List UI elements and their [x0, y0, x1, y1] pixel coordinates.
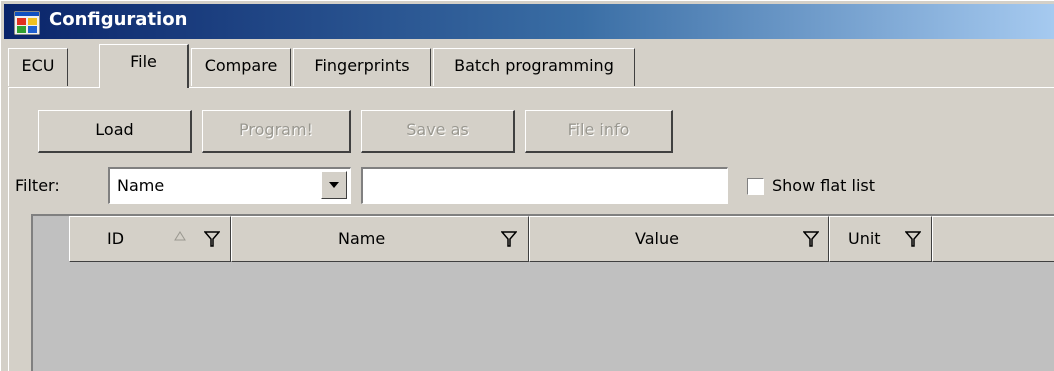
filter-label: Filter: [15, 176, 60, 195]
filter-field-select[interactable]: Name [108, 167, 351, 204]
load-button[interactable]: Load [38, 110, 192, 153]
filter-select-value: Name [117, 176, 165, 195]
window-title: Configuration [49, 9, 188, 30]
tab-batch-programming[interactable]: Batch programming [433, 48, 635, 86]
tab-ecu[interactable]: ECU [8, 48, 68, 86]
tab-label: ECU [21, 56, 55, 75]
column-header-label: Name [338, 229, 386, 248]
app-window-icon [14, 11, 40, 35]
tab-label: Compare [204, 56, 278, 75]
save-as-button[interactable]: Save as [361, 110, 515, 153]
filter-text-input[interactable] [361, 167, 728, 204]
chevron-down-icon [329, 182, 339, 188]
show-flat-list-label: Show flat list [772, 176, 875, 195]
column-header-label: Value [635, 229, 679, 248]
tab-file[interactable]: File [99, 44, 189, 88]
show-flat-list-checkbox[interactable] [747, 178, 764, 195]
column-header-unit[interactable]: Unit [829, 216, 932, 262]
column-header-name[interactable]: Name [231, 216, 529, 262]
sort-ascending-icon [174, 231, 186, 241]
funnel-icon[interactable] [905, 231, 921, 247]
column-header-filler [932, 216, 1054, 262]
tab-panel-border-left [8, 87, 9, 371]
tab-fingerprints[interactable]: Fingerprints [293, 48, 431, 86]
grid-corner [33, 216, 69, 262]
tab-label: Fingerprints [314, 56, 410, 75]
funnel-icon[interactable] [501, 231, 517, 247]
program-button[interactable]: Program! [202, 110, 351, 153]
funnel-icon[interactable] [204, 231, 220, 247]
tab-label: Batch programming [454, 56, 614, 75]
dropdown-button[interactable] [321, 171, 347, 199]
tab-compare[interactable]: Compare [191, 48, 291, 86]
column-header-id[interactable]: ID [69, 216, 231, 262]
column-header-label: ID [107, 229, 125, 248]
funnel-icon[interactable] [803, 231, 819, 247]
tab-label: File [130, 52, 157, 71]
column-header-label: Unit [848, 229, 881, 248]
file-info-button[interactable]: File info [525, 110, 673, 153]
column-header-value[interactable]: Value [529, 216, 829, 262]
